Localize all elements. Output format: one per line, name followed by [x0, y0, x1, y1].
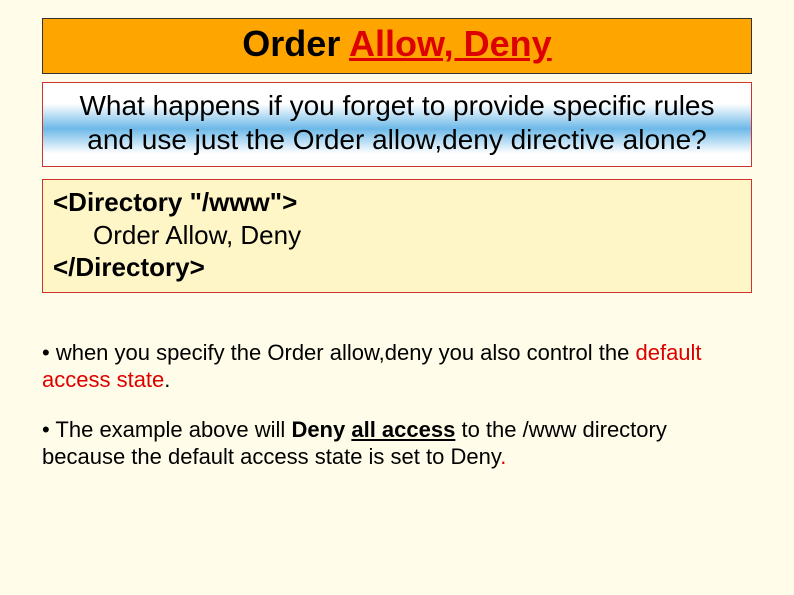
title-bar: Order Allow, Deny [42, 18, 752, 74]
b2-deny: Deny [291, 417, 345, 442]
bullets: • when you specify the Order allow,deny … [42, 339, 752, 471]
bullet-2: • The example above will Deny all access… [42, 416, 752, 471]
bullet-1: • when you specify the Order allow,deny … [42, 339, 752, 394]
question-text: What happens if you forget to provide sp… [79, 90, 714, 155]
b1-pre: • when you specify the Order allow,deny … [42, 340, 635, 365]
b1-post: . [164, 367, 170, 392]
b2-all-access: all access [351, 417, 455, 442]
code-open: <Directory "/www"> [53, 186, 741, 219]
code-close: </Directory> [53, 251, 741, 284]
code-line: Order Allow, Deny [53, 219, 301, 252]
title-plain: Order [242, 23, 349, 64]
b2-pre: • The example above will [42, 417, 291, 442]
question-box: What happens if you forget to provide sp… [42, 82, 752, 167]
code-box: <Directory "/www"> Order Allow, Deny </D… [42, 179, 752, 293]
b2-dot: . [500, 444, 506, 469]
title-highlight: Allow, Deny [349, 23, 552, 64]
